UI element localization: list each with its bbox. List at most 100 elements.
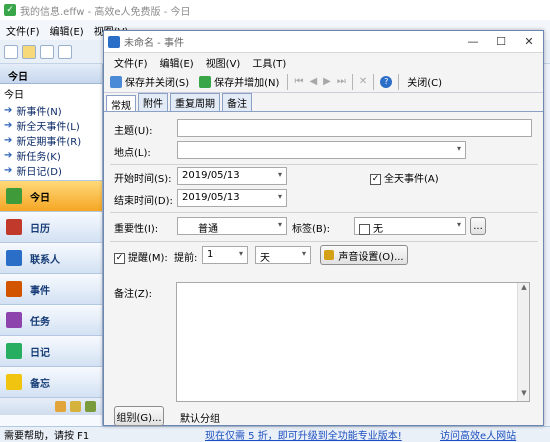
nav-events-label: 事件	[30, 285, 50, 297]
notes-scrollbar[interactable]: ▲ ▼	[517, 283, 529, 401]
save-close-button[interactable]: 保存并关闭(S)	[108, 73, 191, 91]
tag-dropdown[interactable]: 无	[354, 217, 466, 235]
nav-calendar-label: 日历	[30, 223, 50, 235]
start-date-picker[interactable]: 2019/05/13	[177, 167, 287, 185]
nav-diary[interactable]: 日记	[0, 335, 102, 366]
close-icon[interactable]: ✕	[515, 35, 543, 48]
notes-textarea[interactable]: ▲ ▼	[176, 282, 530, 402]
allday-checkbox[interactable]: ✓ 全天事件(A)	[370, 170, 439, 185]
nav-events[interactable]: 事件	[0, 273, 102, 304]
toolbar-separator	[351, 73, 353, 90]
location-dropdown[interactable]	[177, 141, 466, 159]
tag-label: 标签(B):	[292, 224, 331, 235]
advance-unit-dropdown[interactable]: 天	[255, 246, 311, 264]
save-add-icon	[199, 75, 212, 88]
delete-icon[interactable]: ✕	[359, 76, 367, 87]
dialog-menu-file[interactable]: 文件(F)	[114, 55, 148, 70]
arrow-icon: ➔	[4, 105, 13, 116]
importance-label: 重要性(I):	[114, 224, 159, 235]
nav-memo-label: 备忘	[30, 378, 50, 390]
divider	[110, 241, 538, 242]
link-new-allday-event[interactable]: ➔ 新全天事件(L)	[4, 118, 98, 133]
link-new-recurring-event[interactable]: ➔ 新定期事件(R)	[4, 133, 98, 148]
first-record-icon[interactable]: ⏮	[294, 76, 303, 87]
nav-footer	[0, 397, 102, 415]
location-label: 地点(L):	[114, 148, 151, 159]
end-date-picker[interactable]: 2019/05/13	[177, 189, 287, 207]
open-folder-icon[interactable]	[22, 44, 36, 59]
help-icon[interactable]: ?	[380, 75, 393, 88]
allday-label: 全天事件(A)	[384, 174, 439, 185]
today-subheader: 今日	[4, 90, 24, 101]
tag-color-swatch	[359, 223, 370, 235]
importance-dropdown[interactable]: 普通	[177, 217, 287, 235]
app-icon: ✓	[4, 4, 16, 16]
subject-input[interactable]	[177, 119, 532, 137]
previous-record-icon[interactable]: ◀	[309, 76, 317, 87]
toolbar-separator	[373, 73, 375, 90]
arrow-icon: ➔	[4, 135, 13, 146]
sound-settings-button[interactable]: 声音设置(O)...	[320, 245, 408, 265]
tab-notes[interactable]: 备注	[222, 93, 252, 111]
edit-icon[interactable]	[58, 44, 72, 59]
save-close-icon	[110, 75, 122, 88]
nav-tasks[interactable]: 任务	[0, 304, 102, 335]
link-new-recurring-event-label: 新定期事件(R)	[16, 137, 82, 148]
divider	[110, 164, 538, 165]
nav-memo[interactable]: 备忘	[0, 366, 102, 397]
minimize-icon[interactable]: —	[459, 35, 487, 48]
save-add-button[interactable]: 保存并增加(N)	[197, 73, 281, 91]
new-document-icon[interactable]	[4, 44, 18, 59]
scroll-up-icon[interactable]: ▲	[518, 283, 530, 295]
reminder-checkbox[interactable]: ✓ 提醒(M):	[114, 249, 168, 264]
tab-attachments[interactable]: 附件	[138, 93, 168, 111]
calendar-icon	[6, 219, 22, 235]
link-new-diary[interactable]: ➔ 新日记(D)	[4, 163, 98, 178]
sound-settings-label: 声音设置(O)...	[338, 251, 404, 263]
end-time-label: 结束时间(D):	[114, 196, 173, 207]
group-button[interactable]: 组别(G)...	[114, 406, 164, 426]
link-new-event-label: 新事件(N)	[16, 107, 62, 118]
next-record-icon[interactable]: ▶	[323, 76, 331, 87]
visit-website-link[interactable]: 访问高效e人网站	[440, 427, 516, 442]
link-new-task[interactable]: ➔ 新任务(K)	[4, 148, 98, 163]
scroll-down-icon[interactable]: ▼	[518, 389, 530, 401]
last-record-icon[interactable]: ⏭	[337, 76, 346, 87]
upgrade-promo-link[interactable]: 现在仅需 5 折，即可升级到全功能专业版本!	[205, 427, 402, 442]
dialog-toolbar: 保存并关闭(S) 保存并增加(N) ⏮ ◀ ▶ ⏭ ✕ ? 关闭(C)	[104, 71, 543, 93]
dialog-menu-tools[interactable]: 工具(T)	[252, 55, 286, 70]
tag-more-button[interactable]: ...	[470, 217, 486, 235]
nav-contacts[interactable]: 联系人	[0, 242, 102, 273]
dialog-title-bar: 未命名 - 事件 — ☐ ✕	[104, 31, 543, 53]
main-window-title: 我的信息.effw - 高效e人免费版 - 今日	[20, 6, 191, 18]
divider	[110, 212, 538, 213]
dialog-menu-view[interactable]: 视图(V)	[206, 55, 241, 70]
close-button[interactable]: 关闭(C)	[405, 73, 444, 91]
nav-calendar[interactable]: 日历	[0, 211, 102, 242]
save-close-label: 保存并关闭(S)	[125, 78, 190, 89]
tab-recurrence[interactable]: 重复周期	[170, 93, 220, 111]
group-value: 默认分组	[180, 414, 220, 425]
toolbar-separator	[398, 73, 400, 90]
print-icon[interactable]	[40, 44, 54, 59]
arrow-icon: ➔	[4, 165, 13, 176]
maximize-icon[interactable]: ☐	[487, 35, 515, 48]
tab-general[interactable]: 常规	[106, 95, 136, 112]
home-icon	[6, 188, 22, 204]
book-icon[interactable]	[55, 401, 66, 412]
reminder-check-mark[interactable]: ✓	[114, 252, 125, 264]
key-icon[interactable]	[70, 401, 81, 412]
advance-amount-dropdown[interactable]: 1	[202, 246, 248, 264]
dialog-menu-edit[interactable]: 编辑(E)	[160, 55, 194, 70]
link-new-diary-label: 新日记(D)	[16, 167, 62, 178]
link-new-event[interactable]: ➔ 新事件(N)	[4, 103, 98, 118]
nav-today[interactable]: 今日	[0, 180, 102, 211]
allday-check-mark[interactable]: ✓	[370, 173, 381, 185]
event-icon	[6, 281, 22, 297]
dialog-tabs: 常规 附件 重复周期 备注	[104, 93, 543, 112]
settings-icon[interactable]	[85, 401, 96, 412]
arrow-icon: ➔	[4, 120, 13, 131]
main-menu-edit[interactable]: 编辑(E)	[50, 23, 84, 38]
main-menu-file[interactable]: 文件(F)	[6, 23, 40, 38]
start-time-label: 开始时间(S):	[114, 174, 172, 185]
